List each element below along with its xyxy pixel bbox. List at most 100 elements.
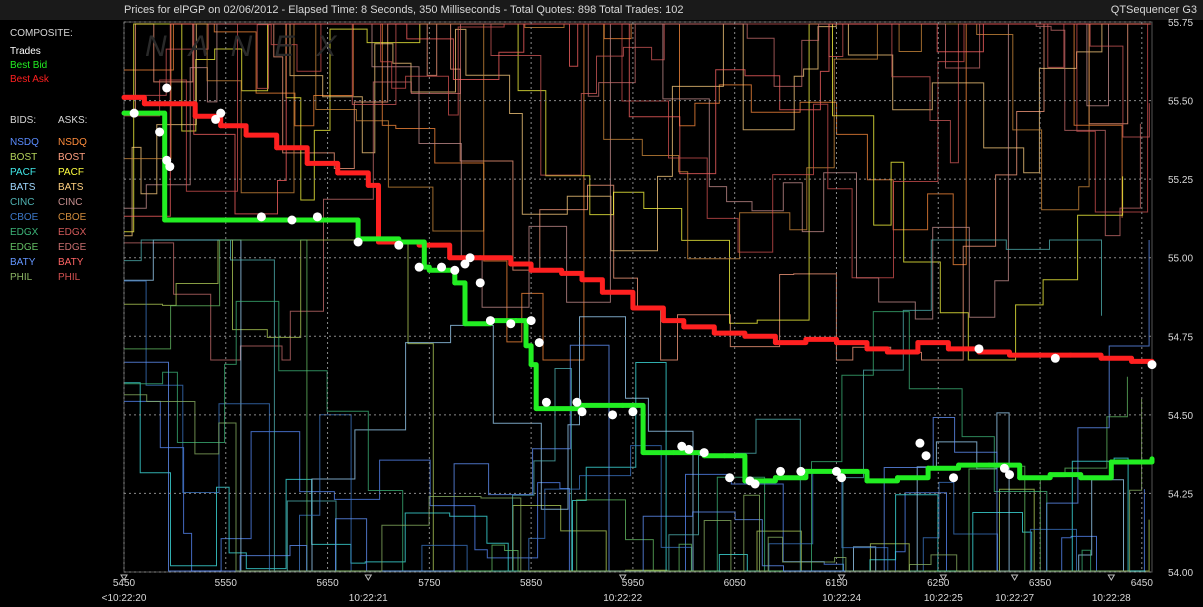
best-ask-point [1098,355,1104,361]
time-tick-label: 10:22:21 [349,593,388,604]
best-ask-point [772,340,778,346]
trade-point [155,127,165,137]
trade-point [287,215,297,225]
trade-point [312,212,322,222]
best-ask-point [121,94,127,100]
trade-point [465,253,475,263]
y-tick-label: 54.00 [1168,568,1193,579]
trade-point [475,278,485,288]
best-ask-point [884,349,890,355]
trade-point [775,466,785,476]
best-bid-point [671,450,677,456]
trade-point [750,479,760,489]
trade-point [394,240,404,250]
best-ask-point [141,101,147,107]
best-ask-point [508,261,514,267]
trade-point [974,344,984,354]
y-tick-label: 54.50 [1168,411,1193,422]
trade-point [577,407,587,417]
best-ask-point [915,340,921,346]
x-tick-label: 5950 [622,578,645,589]
best-bid-point [121,110,127,116]
x-tick-label: 6250 [927,578,950,589]
best-ask-point [864,346,870,352]
trade-point [1147,360,1157,370]
best-ask-point [579,277,585,283]
best-bid-point [1047,472,1053,478]
best-bid-point [640,450,646,456]
best-bid-point [233,217,239,223]
best-bid-point [426,267,432,273]
time-tick-label: 10:22:28 [1092,593,1131,604]
best-ask-point [1129,358,1135,364]
trade-point [1050,353,1060,363]
best-ask-point [945,346,951,352]
best-ask-point [559,270,565,276]
best-bid-point [162,217,168,223]
price-chart: NANEX 55.75 55.50 55.25 55.00 54.75 54.50 54.25… [102,18,1194,604]
y-tick-label: 55.25 [1168,175,1193,186]
time-marker [364,574,373,581]
y-tick-label: 55.50 [1168,97,1193,108]
trade-point [572,397,582,407]
best-ask-point [335,170,341,176]
trade-point [628,407,638,417]
best-ask-point [192,113,198,119]
x-tick-label: 6450 [1131,578,1154,589]
trade-point [796,466,806,476]
best-ask-point [630,305,636,311]
best-bid-point [864,478,870,484]
best-bid-point [528,362,534,368]
x-tick-label: 5850 [520,578,543,589]
trade-point [1005,470,1015,480]
x-tick-label: 6050 [724,578,747,589]
time-tick-label: 10:22:24 [822,593,861,604]
best-bid-point [1017,475,1023,481]
time-tick-label: <10:22:20 [102,593,147,604]
trade-point [129,108,139,118]
trade-point [216,108,226,118]
best-bid-point [772,475,778,481]
best-bid-point [1108,459,1114,465]
time-marker [1010,574,1019,581]
trade-point [684,444,694,454]
best-ask-point [1037,352,1043,358]
best-bid-point [274,217,280,223]
best-bid-point [925,465,931,471]
trade-point [921,451,931,461]
trade-point [162,83,172,93]
y-tick-label: 54.25 [1168,489,1193,500]
best-ask-point [1068,352,1074,358]
trade-point [949,473,959,483]
best-ask-point [477,255,483,261]
best-ask-point [742,333,748,339]
x-tick-label: 5550 [215,578,238,589]
trade-point [915,438,925,448]
best-bid-point [986,462,992,468]
watermark: NANEX [145,30,358,63]
best-bid-point [1078,475,1084,481]
trade-point [526,316,536,326]
trade-point [725,473,735,483]
trade-point [165,162,175,172]
best-ask-point [1007,352,1013,358]
y-tick-label: 54.75 [1168,332,1193,343]
trade-point [485,316,495,326]
trade-point [837,473,847,483]
trade-point [699,448,709,458]
best-ask-point [304,160,310,166]
best-ask-point [599,289,605,295]
best-ask-point [162,101,168,107]
best-ask-point [681,324,687,330]
trade-point [506,319,516,329]
trade-point [608,410,618,420]
best-bid-point [350,217,356,223]
best-ask-point [803,336,809,342]
best-ask-point [711,330,717,336]
best-ask-point [274,145,280,151]
trade-point [256,212,266,222]
x-tick-label: 6150 [825,578,848,589]
trade-point [541,397,551,407]
best-bid-point [192,217,198,223]
best-ask-point [660,318,666,324]
